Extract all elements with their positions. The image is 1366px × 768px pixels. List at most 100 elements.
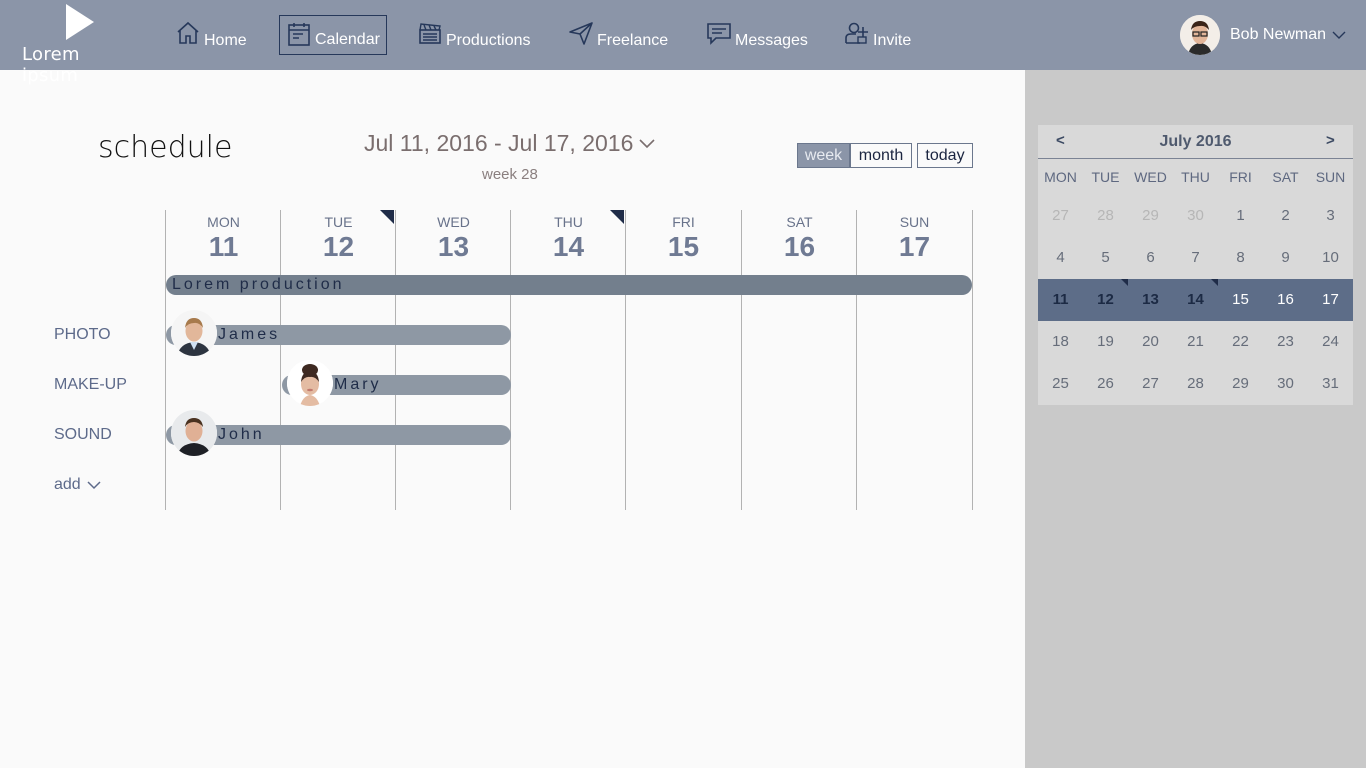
event-marker bbox=[380, 210, 394, 224]
day-header-name: MON bbox=[207, 214, 240, 230]
day-header-name: WED bbox=[437, 214, 470, 230]
assignment-bar-john[interactable]: John bbox=[166, 410, 511, 456]
person-name: James bbox=[218, 326, 281, 343]
week-number: week 28 bbox=[482, 166, 538, 183]
mini-calendar-day[interactable]: 17 bbox=[1308, 279, 1353, 321]
day-header-name: FRI bbox=[672, 214, 695, 230]
logo[interactable]: Lorem ipsum bbox=[22, 4, 142, 86]
mini-calendar-day[interactable]: 11 bbox=[1038, 279, 1083, 321]
mini-calendar-day[interactable]: 26 bbox=[1083, 363, 1128, 405]
day-header-number[interactable]: 11 bbox=[166, 231, 281, 263]
mini-calendar-day[interactable]: 13 bbox=[1128, 279, 1173, 321]
mini-calendar-day[interactable]: 2 bbox=[1263, 195, 1308, 237]
sidebar: < July 2016 > MON TUE WED THU FRI SAT SUN 27 28 2… bbox=[1025, 70, 1366, 768]
view-today-button[interactable]: today bbox=[917, 143, 973, 168]
role-label-photo: PHOTO bbox=[54, 326, 111, 343]
mini-calendar-day[interactable]: 25 bbox=[1038, 363, 1083, 405]
next-month-button[interactable]: > bbox=[1326, 132, 1335, 149]
mini-calendar-day[interactable]: 16 bbox=[1263, 279, 1308, 321]
mini-calendar-day[interactable]: 30 bbox=[1173, 195, 1218, 237]
event-marker bbox=[1121, 279, 1128, 286]
mini-calendar-day[interactable]: 30 bbox=[1263, 363, 1308, 405]
production-label: Lorem production bbox=[172, 276, 345, 293]
mini-calendar-weekday: WED bbox=[1134, 169, 1167, 185]
avatar bbox=[171, 410, 217, 456]
chevron-down-icon bbox=[1332, 31, 1346, 39]
mini-calendar-weekday: FRI bbox=[1229, 169, 1252, 185]
day-header-number[interactable]: 14 bbox=[511, 231, 626, 263]
mini-calendar-day[interactable]: 20 bbox=[1128, 321, 1173, 363]
mini-calendar-day[interactable]: 29 bbox=[1128, 195, 1173, 237]
date-range-selector[interactable]: Jul 11, 2016 - Jul 17, 2016 bbox=[364, 130, 655, 157]
view-month-button[interactable]: month bbox=[850, 143, 912, 168]
day-header-number[interactable]: 15 bbox=[626, 231, 741, 263]
mini-calendar-weekday: THU bbox=[1181, 169, 1210, 185]
event-marker bbox=[610, 210, 624, 224]
mini-calendar-day[interactable]: 27 bbox=[1128, 363, 1173, 405]
nav-productions-label: Productions bbox=[446, 32, 531, 49]
nav-invite-label: Invite bbox=[873, 32, 912, 49]
nav-calendar-label: Calendar bbox=[315, 31, 380, 48]
day-header-name: SAT bbox=[786, 214, 813, 230]
add-user-icon bbox=[845, 22, 868, 44]
mini-calendar-day[interactable]: 10 bbox=[1308, 237, 1353, 279]
nav-home-label: Home bbox=[204, 32, 247, 49]
mini-calendar-day[interactable]: 15 bbox=[1218, 279, 1263, 321]
mini-calendar-day[interactable]: 1 bbox=[1218, 195, 1263, 237]
add-label: add bbox=[54, 476, 81, 493]
home-icon bbox=[177, 21, 199, 44]
mini-calendar-day[interactable]: 31 bbox=[1308, 363, 1353, 405]
mini-calendar-day[interactable]: 23 bbox=[1263, 321, 1308, 363]
day-column-divider bbox=[972, 210, 973, 510]
mini-calendar-day[interactable]: 29 bbox=[1218, 363, 1263, 405]
assignment-bar-mary[interactable]: Mary bbox=[282, 360, 511, 406]
top-navigation-bar: Lorem ipsum Home Calendar Productions Fr… bbox=[0, 0, 1366, 86]
nav-freelance[interactable]: Freelance bbox=[567, 15, 668, 55]
nav-calendar[interactable]: Calendar bbox=[279, 15, 387, 55]
mini-calendar-day[interactable]: 27 bbox=[1038, 195, 1083, 237]
mini-calendar-day[interactable]: 18 bbox=[1038, 321, 1083, 363]
chevron-down-icon bbox=[87, 480, 101, 489]
nav-messages-label: Messages bbox=[735, 32, 808, 49]
page-title: schedule bbox=[98, 130, 233, 165]
nav-home[interactable]: Home bbox=[174, 15, 247, 55]
production-bar[interactable]: Lorem production bbox=[166, 275, 972, 295]
role-label-sound: SOUND bbox=[54, 426, 112, 443]
mini-calendar-day[interactable]: 3 bbox=[1308, 195, 1353, 237]
add-role-dropdown[interactable]: add bbox=[54, 476, 101, 494]
mini-calendar-day[interactable]: 5 bbox=[1083, 237, 1128, 279]
day-header-number[interactable]: 13 bbox=[396, 231, 511, 263]
user-avatar bbox=[1180, 15, 1220, 55]
mini-calendar-day[interactable]: 24 bbox=[1308, 321, 1353, 363]
user-name: Bob Newman bbox=[1230, 26, 1327, 43]
day-header-number[interactable]: 16 bbox=[742, 231, 857, 263]
mini-calendar-weekday: MON bbox=[1044, 169, 1077, 185]
user-menu[interactable]: Bob Newman bbox=[1180, 14, 1346, 56]
paper-plane-icon bbox=[569, 22, 593, 45]
mini-calendar-header: < July 2016 > bbox=[1038, 125, 1353, 159]
day-header-number[interactable]: 17 bbox=[857, 231, 972, 263]
date-range-label: Jul 11, 2016 - Jul 17, 2016 bbox=[364, 130, 634, 156]
day-header-number[interactable]: 12 bbox=[281, 231, 396, 263]
assignment-bar-james[interactable]: James bbox=[166, 310, 511, 356]
mini-calendar-day[interactable]: 22 bbox=[1218, 321, 1263, 363]
mini-calendar-weekday: TUE bbox=[1091, 169, 1120, 185]
chevron-down-icon bbox=[639, 138, 655, 148]
mini-calendar-day[interactable]: 19 bbox=[1083, 321, 1128, 363]
logo-text: Lorem ipsum bbox=[22, 44, 80, 86]
clapperboard-icon bbox=[419, 23, 441, 44]
mini-calendar-day[interactable]: 8 bbox=[1218, 237, 1263, 279]
mini-calendar-day[interactable]: 9 bbox=[1263, 237, 1308, 279]
nav-productions[interactable]: Productions bbox=[416, 15, 531, 55]
mini-calendar-day[interactable]: 21 bbox=[1173, 321, 1218, 363]
nav-freelance-label: Freelance bbox=[597, 32, 669, 49]
view-week-button[interactable]: week bbox=[797, 143, 850, 168]
nav-messages[interactable]: Messages bbox=[705, 15, 808, 55]
mini-calendar-day[interactable]: 4 bbox=[1038, 237, 1083, 279]
nav-invite[interactable]: Invite bbox=[843, 15, 911, 55]
mini-calendar: < July 2016 > MON TUE WED THU FRI SAT SUN 27 28 2… bbox=[1038, 125, 1353, 405]
mini-calendar-day[interactable]: 28 bbox=[1173, 363, 1218, 405]
mini-calendar-day[interactable]: 7 bbox=[1173, 237, 1218, 279]
mini-calendar-day[interactable]: 6 bbox=[1128, 237, 1173, 279]
mini-calendar-day[interactable]: 28 bbox=[1083, 195, 1128, 237]
